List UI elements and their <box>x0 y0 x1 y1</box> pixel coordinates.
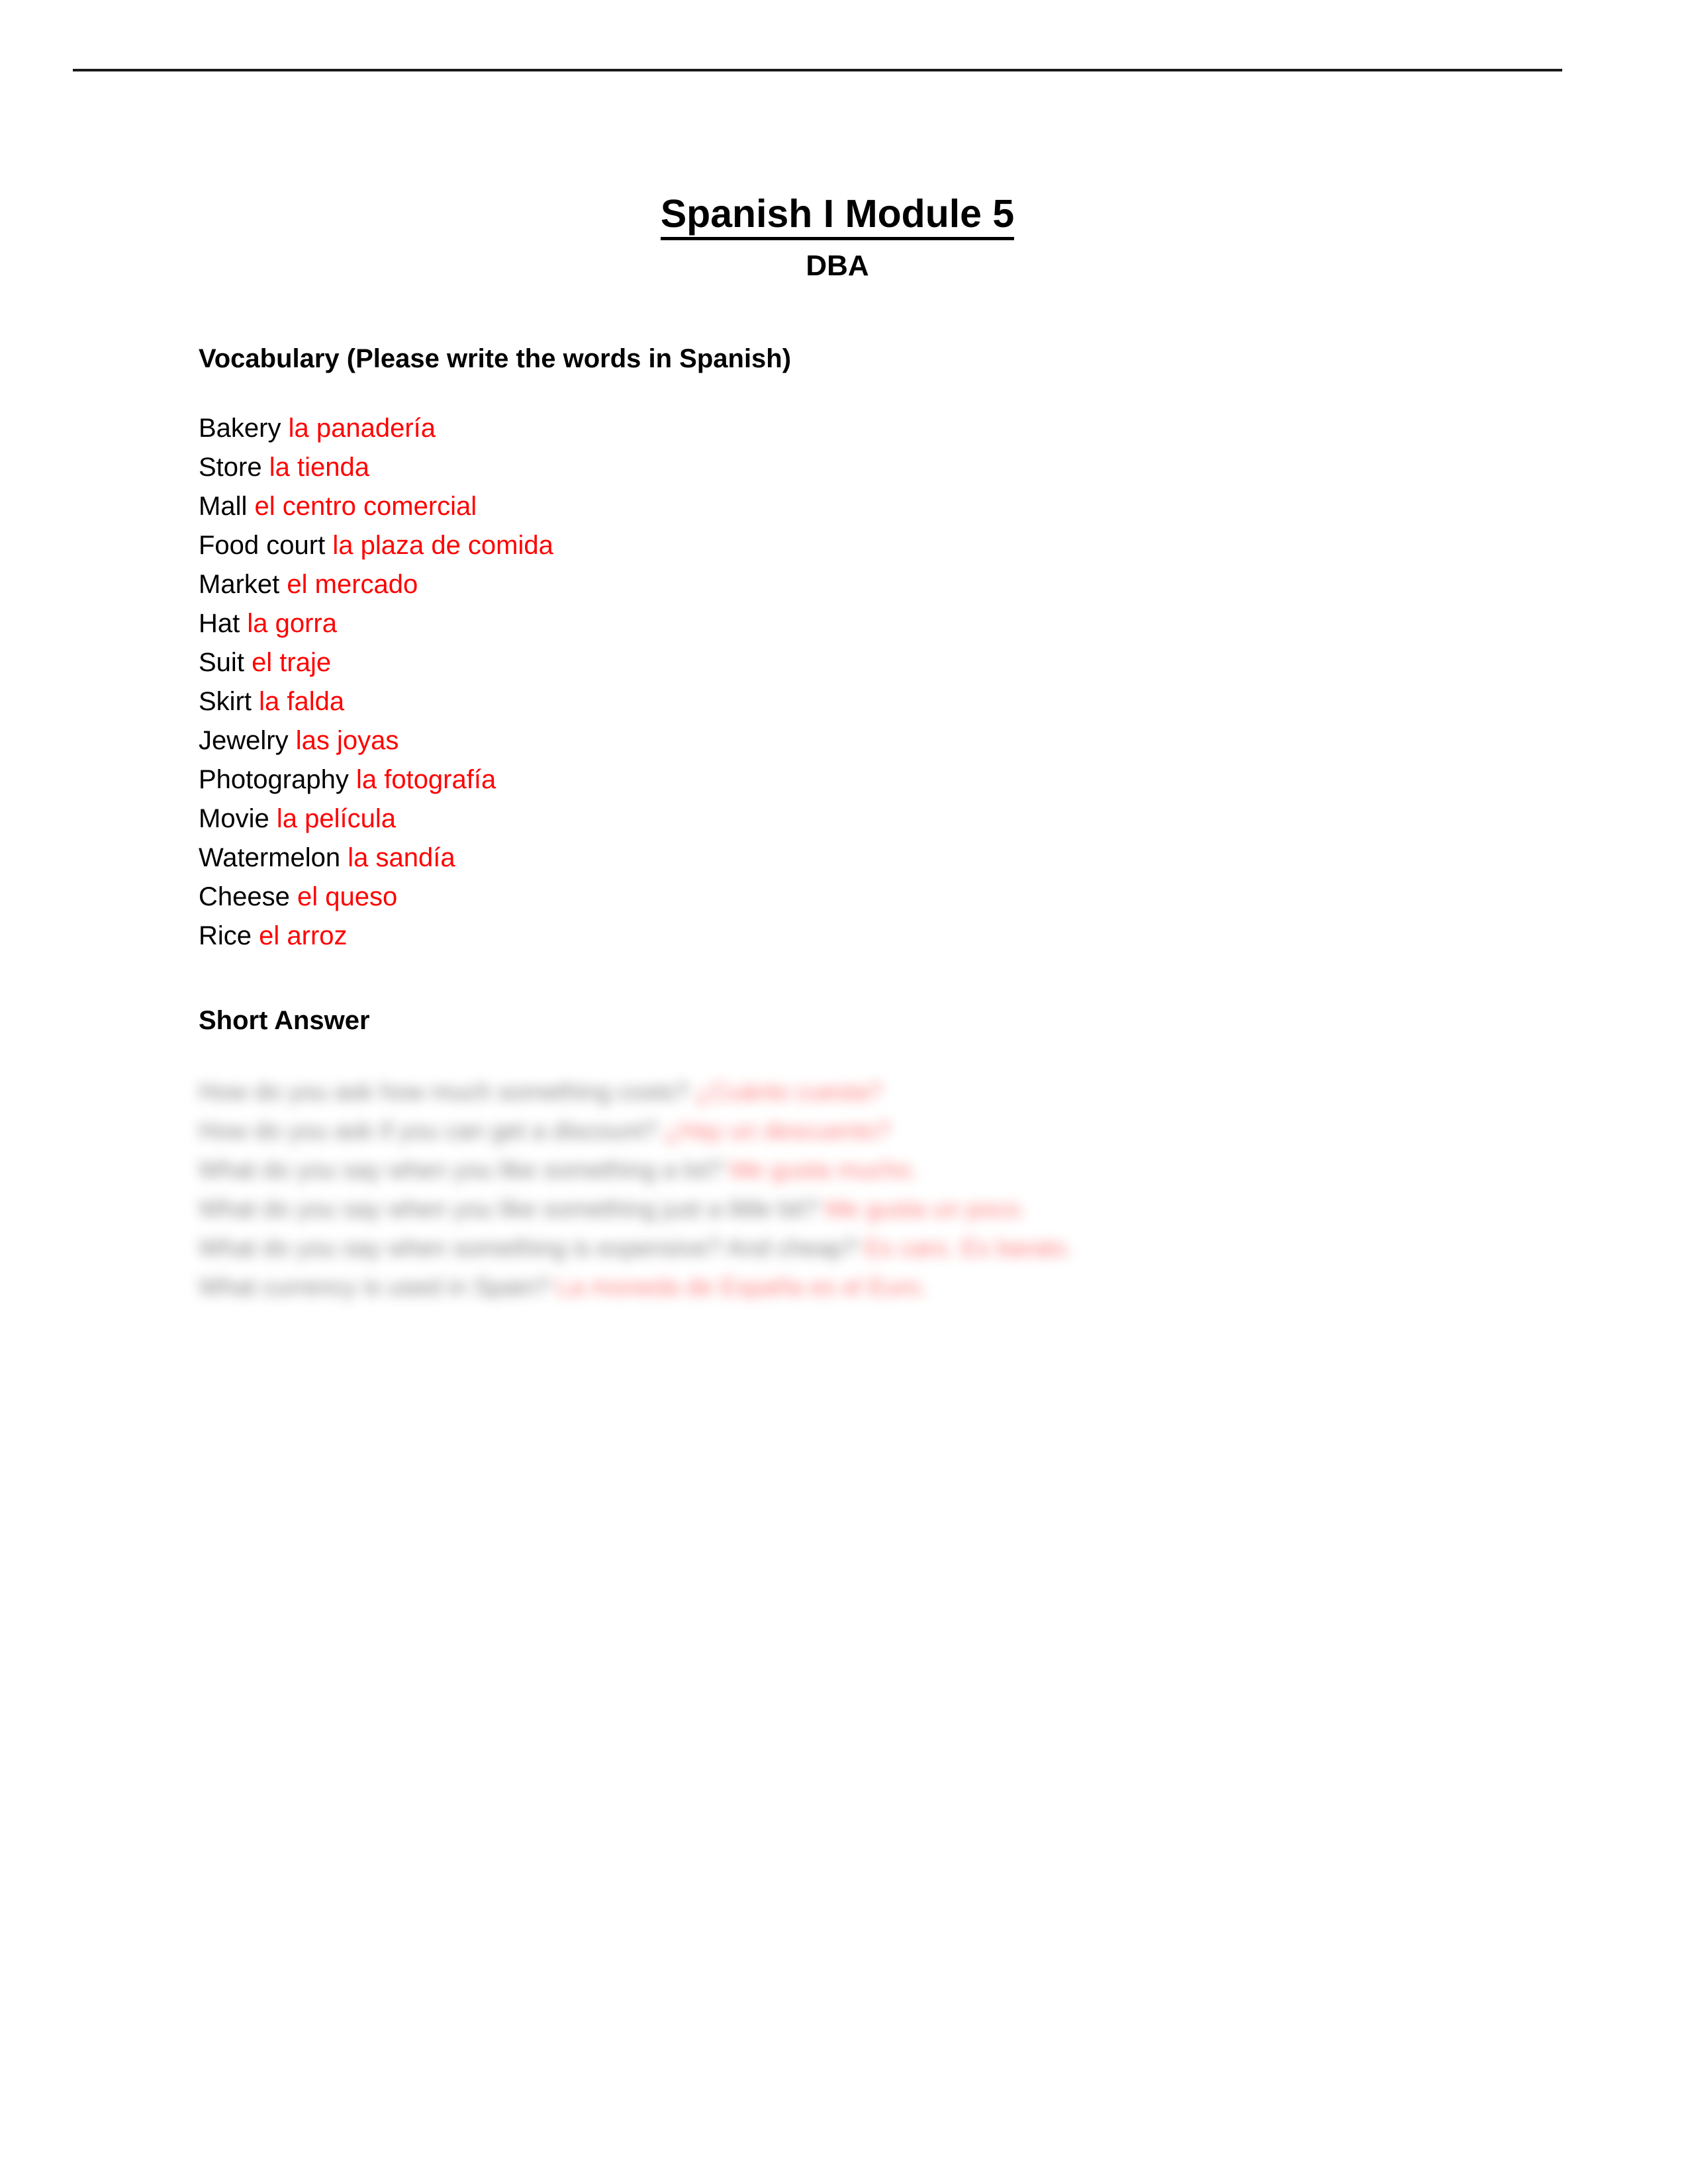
short-answer-redacted-block: How do you ask how much something costs?… <box>199 1072 1523 1306</box>
list-item: Market el mercado <box>199 565 1523 604</box>
vocabulary-spanish-answer: la plaza de comida <box>332 531 553 560</box>
list-item: Cheese el queso <box>199 878 1523 917</box>
vocabulary-spanish-answer: las joyas <box>295 726 399 755</box>
vocabulary-spanish-answer: la falda <box>259 687 345 716</box>
vocabulary-spanish-answer: el arroz <box>259 921 348 950</box>
vocabulary-english-term: Hat <box>199 609 240 638</box>
vocabulary-english-term: Photography <box>199 765 349 794</box>
list-item: Photography la fotografía <box>199 760 1523 799</box>
vocabulary-spanish-answer: la película <box>276 804 396 833</box>
vocabulary-spanish-answer: el queso <box>297 882 398 911</box>
vocabulary-english-term: Movie <box>199 804 269 833</box>
vocabulary-spanish-answer: la tienda <box>269 453 369 482</box>
short-answer-response: Me gusta un poco. <box>825 1195 1027 1222</box>
title-block: Spanish I Module 5 DBA <box>0 192 1675 283</box>
vocabulary-english-term: Jewelry <box>199 726 289 755</box>
short-answer-question: What do you say when you like something … <box>199 1195 818 1222</box>
vocabulary-spanish-answer: el centro comercial <box>254 492 477 521</box>
vocabulary-english-term: Suit <box>199 648 244 677</box>
vocabulary-spanish-answer: la fotografía <box>355 765 496 794</box>
short-answer-response: ¿Hay un descuento? <box>664 1117 890 1144</box>
short-answer-question: How do you ask how much something costs? <box>199 1078 689 1105</box>
short-answer-heading: Short Answer <box>199 1006 370 1035</box>
list-item: Store la tienda <box>199 448 1523 487</box>
document-page: Spanish I Module 5 DBA Vocabulary (Pleas… <box>0 0 1688 2184</box>
vocabulary-english-term: Food court <box>199 531 326 560</box>
vocabulary-list: Bakery la panadería Store la tienda Mall… <box>199 409 1523 956</box>
vocabulary-spanish-answer: la panadería <box>288 414 436 443</box>
short-answer-response: La moneda de España es el Euro. <box>556 1273 927 1300</box>
vocabulary-heading: Vocabulary (Please write the words in Sp… <box>199 344 792 373</box>
vocabulary-english-term: Rice <box>199 921 252 950</box>
vocabulary-english-term: Market <box>199 570 280 599</box>
vocabulary-spanish-answer: el mercado <box>287 570 418 599</box>
vocabulary-spanish-answer: la sandía <box>348 843 455 872</box>
vocabulary-english-term: Mall <box>199 492 248 521</box>
vocabulary-spanish-answer: el traje <box>252 648 332 677</box>
short-answer-question: What do you say when something is expens… <box>199 1234 858 1261</box>
short-answer-question: What do you say when you like something … <box>199 1156 723 1183</box>
list-item: Food court la plaza de comida <box>199 526 1523 565</box>
short-answer-question: How do you ask if you can get a discount… <box>199 1117 658 1144</box>
short-answer-question: What currency is used in Spain? <box>199 1273 550 1300</box>
list-item: What do you say when you like something … <box>199 1189 1523 1228</box>
list-item: How do you ask if you can get a discount… <box>199 1111 1523 1150</box>
list-item: How do you ask how much something costs?… <box>199 1072 1523 1111</box>
vocabulary-english-term: Store <box>199 453 262 482</box>
short-answer-response: Me gusta mucho. <box>729 1156 917 1183</box>
vocabulary-english-term: Watermelon <box>199 843 341 872</box>
list-item: Hat la gorra <box>199 604 1523 643</box>
document-subtitle: DBA <box>806 250 869 283</box>
vocabulary-english-term: Skirt <box>199 687 252 716</box>
short-answer-response: Es caro. Es barato. <box>864 1234 1073 1261</box>
list-item: Skirt la falda <box>199 682 1523 721</box>
list-item: What do you say when you like something … <box>199 1150 1523 1189</box>
list-item: Mall el centro comercial <box>199 487 1523 526</box>
list-item: Jewelry las joyas <box>199 721 1523 760</box>
list-item: Rice el arroz <box>199 917 1523 956</box>
document-body: Vocabulary (Please write the words in Sp… <box>199 341 1523 1306</box>
list-item: What do you say when something is expens… <box>199 1228 1523 1267</box>
vocabulary-english-term: Bakery <box>199 414 281 443</box>
list-item: Suit el traje <box>199 643 1523 682</box>
list-item: Bakery la panadería <box>199 409 1523 448</box>
vocabulary-spanish-answer: la gorra <box>247 609 337 638</box>
vocabulary-english-term: Cheese <box>199 882 290 911</box>
list-item: Movie la película <box>199 799 1523 839</box>
list-item: Watermelon la sandía <box>199 839 1523 878</box>
list-item: What currency is used in Spain? La moned… <box>199 1267 1523 1306</box>
short-answer-response: ¿Cuánto cuesta? <box>695 1078 882 1105</box>
header-divider <box>73 69 1562 71</box>
document-title: Spanish I Module 5 <box>660 192 1015 241</box>
